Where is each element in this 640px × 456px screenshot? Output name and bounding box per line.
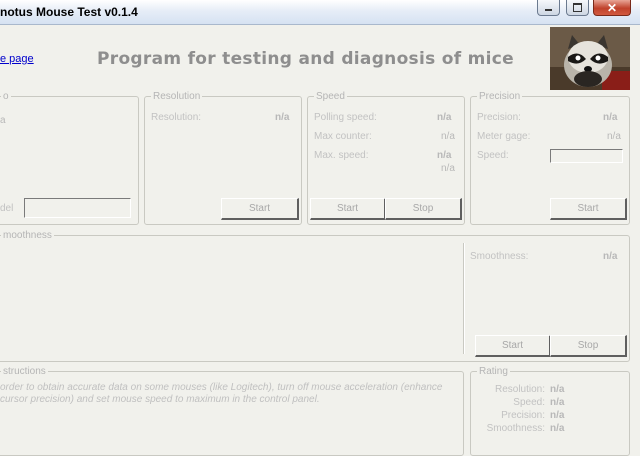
homepage-link[interactable]: e page (0, 53, 34, 65)
rating-speed-value: n/a (550, 397, 565, 408)
rating-precision-label: Precision: (501, 410, 545, 421)
page-title: Program for testing and diagnosis of mic… (97, 49, 514, 69)
rating-resolution-value: n/a (550, 384, 565, 395)
raccoon-logo (550, 27, 630, 90)
window-title: notus Mouse Test v0.1.4 (0, 5, 138, 19)
resolution-start-button[interactable]: Start (221, 198, 299, 220)
resolution-legend: Resolution (153, 91, 201, 102)
left-panel-value: a (0, 115, 6, 126)
polling-speed-value: n/a (437, 112, 452, 123)
minimize-icon (545, 9, 552, 11)
precision-label: Precision: (477, 112, 521, 123)
smoothness-value: n/a (603, 251, 618, 262)
speed-start-button[interactable]: Start (310, 198, 386, 220)
meter-gage-label: Meter gage: (477, 131, 531, 142)
precision-speed-label: Speed: (477, 150, 509, 161)
left-panel-field-label: del (0, 203, 14, 214)
polling-speed-label: Polling speed: (314, 112, 377, 123)
resolution-value: n/a (275, 112, 290, 123)
smoothness-legend: moothness (3, 230, 52, 241)
rating-speed-label: Speed: (513, 397, 545, 408)
instructions-panel: structions (0, 366, 464, 456)
rating-resolution-label: Resolution: (494, 384, 545, 395)
minimize-button[interactable] (537, 0, 560, 16)
smoothness-stop-button[interactable]: Stop (550, 335, 627, 357)
left-panel-legend: o (3, 91, 9, 102)
smoothness-label: Smoothness: (470, 251, 529, 262)
maximize-button[interactable] (566, 0, 589, 16)
instructions-text: order to obtain accurate data on some mo… (0, 382, 443, 405)
rating-precision-value: n/a (550, 410, 565, 421)
speed-legend: Speed (316, 91, 345, 102)
smoothness-divider (463, 243, 465, 354)
maximize-icon (573, 3, 582, 12)
rating-smoothness-value: n/a (550, 423, 565, 434)
close-icon: ✕ (606, 0, 618, 15)
smoothness-start-button[interactable]: Start (475, 335, 551, 357)
precision-speed-field[interactable] (550, 149, 623, 163)
resolution-label: Resolution: (151, 112, 202, 123)
title-bar: notus Mouse Test v0.1.4 ✕ (0, 0, 640, 25)
smoothness-canvas[interactable] (0, 243, 460, 354)
close-button[interactable]: ✕ (593, 0, 631, 16)
left-panel-input[interactable] (24, 198, 131, 218)
instructions-legend: structions (3, 366, 46, 377)
precision-value: n/a (603, 112, 618, 123)
window-content: e page Program for testing and diagnosis… (0, 25, 640, 456)
max-counter-value: n/a (441, 131, 455, 142)
rating-smoothness-label: Smoothness: (486, 423, 545, 434)
speed-stop-button[interactable]: Stop (385, 198, 462, 220)
meter-gage-value: n/a (607, 131, 621, 142)
precision-start-button[interactable]: Start (550, 198, 627, 220)
max-speed-label: Max. speed: (314, 150, 369, 161)
max-speed-value: n/a (437, 150, 452, 161)
max-counter-label: Max counter: (314, 131, 372, 142)
rating-legend: Rating (479, 366, 508, 377)
precision-legend: Precision (479, 91, 521, 102)
max-speed-value-secondary: n/a (441, 163, 455, 174)
